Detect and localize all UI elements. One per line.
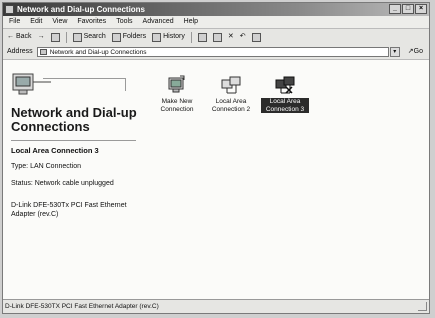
toolbar: ← Back → Search Folders History ✕ ↶: [3, 28, 429, 46]
item-label: Local Area Connection 3: [261, 98, 309, 113]
connection-adapter: D-Link DFE-530Tx PCI Fast Ethernet Adapt…: [11, 202, 127, 218]
item-label: Make New Connection: [160, 98, 194, 113]
folders-button[interactable]: Folders: [111, 29, 146, 45]
connection-type: Type: LAN Connection: [11, 163, 82, 170]
selected-connection-name: Local Area Connection 3: [11, 146, 99, 155]
history-icon: [152, 32, 162, 42]
menu-tools[interactable]: Tools: [116, 16, 132, 28]
menu-bar: File Edit View Favorites Tools Advanced …: [3, 16, 429, 28]
menu-view[interactable]: View: [52, 16, 67, 28]
address-value: Network and Dial-up Connections: [49, 49, 147, 56]
item-label: Local Area Connection 2: [211, 98, 251, 113]
views-icon: [251, 32, 261, 42]
explorer-window: Network and Dial-up Connections _ □ × Fi…: [2, 2, 430, 314]
toolbar-separator: [65, 31, 67, 43]
connection-list: Make New Connection Local Area Connectio…: [153, 74, 309, 113]
make-new-connection-item[interactable]: Make New Connection: [153, 74, 201, 113]
local-area-connection-2-item[interactable]: Local Area Connection 2: [207, 74, 255, 113]
menu-file[interactable]: File: [9, 16, 20, 28]
move-to-icon: [197, 32, 207, 42]
folders-icon: [111, 32, 121, 42]
menu-favorites[interactable]: Favorites: [77, 16, 106, 28]
toolbar-separator: [190, 31, 192, 43]
pane-header-line: [43, 78, 126, 91]
search-button[interactable]: Search: [72, 29, 106, 45]
resize-grip[interactable]: [418, 302, 427, 311]
address-dropdown-button[interactable]: ▾: [389, 47, 400, 57]
connection-status: Status: Network cable unplugged: [11, 180, 114, 187]
forward-arrow-icon: →: [37, 33, 45, 40]
delete-icon: ✕: [227, 33, 234, 40]
delete-button[interactable]: ✕: [228, 29, 234, 45]
back-arrow-icon: ←: [7, 33, 14, 40]
title-bar[interactable]: Network and Dial-up Connections _ □ ×: [3, 3, 429, 16]
forward-button[interactable]: →: [38, 29, 45, 45]
make-new-connection-icon: [168, 75, 185, 93]
views-button[interactable]: [251, 32, 261, 42]
up-folder-button[interactable]: [50, 32, 60, 42]
window-title: Network and Dial-up Connections: [17, 5, 146, 14]
content-area: Network and Dial-up Connections Local Ar…: [3, 60, 429, 300]
undo-icon: ↶: [239, 33, 246, 40]
local-area-connection-3-item[interactable]: Local Area Connection 3: [261, 74, 309, 113]
window-controls: _ □ ×: [389, 4, 427, 14]
move-to-button[interactable]: [197, 32, 207, 42]
address-bar: Address Network and Dial-up Connections …: [3, 45, 429, 60]
history-button[interactable]: History: [152, 29, 185, 45]
undo-button[interactable]: ↶: [240, 29, 246, 45]
info-pane: Network and Dial-up Connections Local Ar…: [3, 60, 143, 300]
maximize-button[interactable]: □: [402, 4, 414, 14]
address-field[interactable]: Network and Dial-up Connections: [36, 47, 389, 57]
copy-to-button[interactable]: [212, 32, 222, 42]
back-button[interactable]: ← Back: [7, 29, 32, 45]
minimize-button[interactable]: _: [389, 4, 401, 14]
divider: [11, 140, 136, 141]
menu-help[interactable]: Help: [184, 16, 198, 28]
lan-connection-disconnected-icon: [275, 76, 295, 94]
copy-to-icon: [212, 32, 222, 42]
menu-advanced[interactable]: Advanced: [143, 16, 174, 28]
menu-edit[interactable]: Edit: [30, 16, 42, 28]
address-label: Address: [7, 48, 33, 55]
pane-title: Network and Dial-up Connections: [11, 105, 137, 134]
up-folder-icon: [50, 32, 60, 42]
go-button[interactable]: ↗Go: [400, 45, 429, 59]
status-bar: D-Link DFE-530TX PCI Fast Ethernet Adapt…: [3, 299, 429, 313]
network-folder-icon: [39, 49, 47, 55]
search-icon: [72, 32, 82, 42]
lan-connection-icon: [221, 76, 241, 94]
status-text: D-Link DFE-530TX PCI Fast Ethernet Adapt…: [5, 303, 159, 310]
close-button[interactable]: ×: [415, 4, 427, 14]
app-icon: [5, 5, 14, 14]
